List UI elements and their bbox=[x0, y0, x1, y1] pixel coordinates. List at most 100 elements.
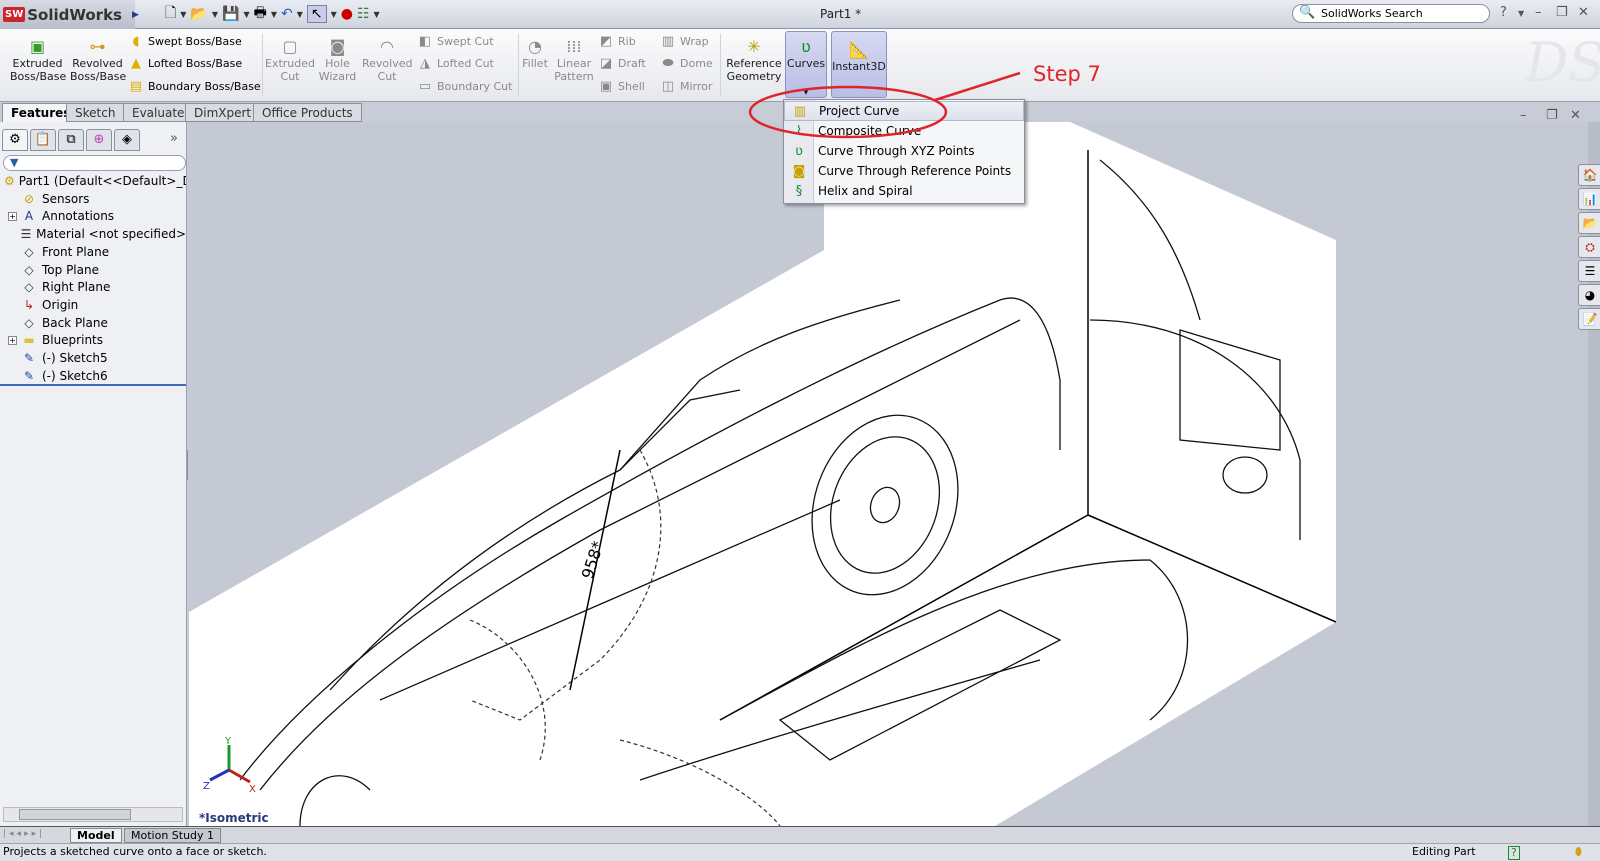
tree-item[interactable]: + A Annotations bbox=[0, 207, 186, 225]
hole-wizard-button[interactable]: ◙ Hole Wizard bbox=[315, 37, 360, 83]
expand-icon[interactable]: + bbox=[8, 211, 17, 221]
viewport-minimize-icon[interactable]: – bbox=[1520, 108, 1527, 123]
dimxpert-manager-tab-icon[interactable]: ⊕ bbox=[86, 129, 112, 151]
task-pane-home-icon[interactable]: 🏠 bbox=[1578, 164, 1600, 186]
tab-scroll-arrows[interactable]: |◂◂▸▸| bbox=[3, 829, 45, 839]
tree-item[interactable]: ✎ (-) Sketch6 bbox=[0, 367, 186, 385]
tab-evaluate[interactable]: Evaluate bbox=[123, 103, 194, 122]
lofted-cut-button[interactable]: ◮ Lofted Cut bbox=[417, 56, 494, 71]
scrollbar-thumb[interactable] bbox=[19, 809, 131, 820]
minimize-icon[interactable]: – bbox=[1535, 5, 1542, 20]
rib-button[interactable]: ◩ Rib bbox=[598, 34, 636, 49]
reference-geometry-button[interactable]: ✳ Reference Geometry bbox=[724, 37, 784, 83]
tab-model[interactable]: Model bbox=[70, 828, 122, 843]
tree-item[interactable]: ◇ Right Plane bbox=[0, 278, 186, 296]
feature-manager-tab-icon[interactable]: ⚙ bbox=[2, 129, 28, 151]
rollback-bar[interactable] bbox=[0, 384, 186, 386]
open-icon[interactable]: 📂 bbox=[190, 6, 207, 22]
plane-icon: ◇ bbox=[24, 280, 34, 295]
task-pane-view-palette-icon[interactable]: ☰ bbox=[1578, 260, 1600, 282]
chevron-down-icon[interactable]: ▼ bbox=[331, 10, 337, 19]
save-icon[interactable]: 💾 bbox=[222, 6, 239, 22]
swept-boss-button[interactable]: ◖ Swept Boss/Base bbox=[128, 34, 242, 49]
help-status-icon[interactable]: ? bbox=[1508, 846, 1520, 860]
swept-cut-button[interactable]: ◧ Swept Cut bbox=[417, 34, 494, 49]
task-pane-file-explorer-icon[interactable]: 📂 bbox=[1578, 212, 1600, 234]
task-pane-appearances-icon[interactable]: ◕ bbox=[1578, 284, 1600, 306]
chevron-down-icon[interactable]: ▼ bbox=[374, 10, 380, 19]
print-icon[interactable]: 🖶 bbox=[254, 2, 267, 26]
label: Swept Cut bbox=[437, 35, 494, 48]
draft-button[interactable]: ◪ Draft bbox=[598, 56, 646, 71]
task-pane-design-library-icon[interactable]: 📊 bbox=[1578, 188, 1600, 210]
expand-tabs-icon[interactable]: » bbox=[170, 131, 178, 146]
tree-item[interactable]: + ▬ Blueprints bbox=[0, 331, 186, 349]
mirror-button[interactable]: ◫ Mirror bbox=[660, 79, 713, 94]
zoom-to-fit-icon[interactable]: 🔍 bbox=[754, 122, 770, 123]
rebuild-icon[interactable]: ● bbox=[341, 6, 353, 22]
revolved-cut-button[interactable]: ◠ Revolved Cut bbox=[362, 37, 412, 83]
curves-button[interactable]: ʋ Curves ▼ bbox=[785, 31, 827, 98]
configuration-manager-tab-icon[interactable]: ⧉ bbox=[58, 129, 84, 151]
expand-icon[interactable]: + bbox=[8, 335, 17, 345]
display-manager-tab-icon[interactable]: ◈ bbox=[114, 129, 140, 151]
revolved-boss-button[interactable]: ⊶ Revolved Boss/Base bbox=[70, 37, 126, 83]
lofted-boss-button[interactable]: ▲ Lofted Boss/Base bbox=[128, 56, 242, 71]
tree-item[interactable]: ⊘ Sensors bbox=[0, 190, 186, 208]
tree-item[interactable]: ☰ Material <not specified> bbox=[0, 225, 186, 243]
boundary-cut-button[interactable]: ▭ Boundary Cut bbox=[417, 79, 513, 94]
chevron-down-icon[interactable]: ▼ bbox=[212, 10, 218, 19]
undo-icon[interactable]: ↶ bbox=[281, 6, 293, 22]
instant3d-button[interactable]: 📐 Instant3D bbox=[831, 31, 887, 98]
tree-item[interactable]: ↳ Origin bbox=[0, 296, 186, 314]
chevron-down-icon[interactable]: ▼ bbox=[180, 10, 186, 19]
viewport-close-icon[interactable]: ✕ bbox=[1570, 108, 1581, 123]
tree-item-label: Front Plane bbox=[42, 244, 110, 259]
fillet-button[interactable]: ◔ Fillet bbox=[521, 37, 549, 70]
tree-filter-input[interactable]: ▼ bbox=[3, 155, 186, 171]
menu-item-composite-curve[interactable]: ⌇ Composite Curve bbox=[784, 121, 1024, 141]
solidworks-menu-button[interactable]: SW SolidWorks ▶ bbox=[0, 0, 139, 29]
graphics-viewport[interactable]: 958* Y X Z *Isometric 🔍 bbox=[188, 122, 1588, 826]
menu-item-curve-through-reference-points[interactable]: ◙ Curve Through Reference Points bbox=[784, 161, 1024, 181]
tree-item[interactable]: ◇ Top Plane bbox=[0, 261, 186, 279]
search-input[interactable]: 🔍 SolidWorks Search bbox=[1292, 4, 1490, 23]
tab-dimxpert[interactable]: DimXpert bbox=[185, 103, 261, 122]
extruded-cut-button[interactable]: ▢ Extruded Cut bbox=[265, 37, 315, 83]
tree-item[interactable]: ◇ Back Plane bbox=[0, 314, 186, 332]
horizontal-scrollbar[interactable] bbox=[3, 807, 183, 822]
chevron-down-icon[interactable]: ▼ bbox=[271, 10, 277, 19]
linear-pattern-button[interactable]: ⁞⁞⁞ Linear Pattern bbox=[552, 37, 596, 83]
restore-icon[interactable]: ❐ bbox=[1556, 5, 1568, 20]
help-icon[interactable]: ? bbox=[1500, 5, 1507, 20]
tab-sketch[interactable]: Sketch bbox=[66, 103, 125, 122]
shell-button[interactable]: ▣ Shell bbox=[598, 79, 645, 94]
curve-reference-points-icon: ◙ bbox=[792, 163, 806, 179]
viewport-restore-icon[interactable]: ❐ bbox=[1546, 108, 1558, 123]
boundary-boss-button[interactable]: ▤ Boundary Boss/Base bbox=[128, 79, 261, 94]
tab-motion-study-1[interactable]: Motion Study 1 bbox=[124, 828, 222, 843]
tab-office-products[interactable]: Office Products bbox=[253, 103, 362, 122]
property-manager-tab-icon[interactable]: 📋 bbox=[30, 129, 56, 151]
dome-button[interactable]: ⬬ Dome bbox=[660, 56, 712, 71]
tree-item[interactable]: ⚙Part1 (Default<<Default>_Disp bbox=[0, 172, 186, 190]
select-icon[interactable]: ↖ bbox=[306, 5, 327, 23]
wrap-button[interactable]: ▥ Wrap bbox=[660, 34, 709, 49]
tree-item[interactable]: ◇ Front Plane bbox=[0, 243, 186, 261]
expand-menu-icon[interactable]: ▶ bbox=[132, 10, 139, 20]
chevron-down-icon[interactable]: ▼ bbox=[1518, 9, 1524, 18]
chevron-down-icon[interactable]: ▼ bbox=[297, 10, 303, 19]
chevron-down-icon[interactable]: ▼ bbox=[243, 10, 249, 19]
menu-item-helix-and-spiral[interactable]: § Helix and Spiral bbox=[784, 181, 1024, 201]
task-pane-custom-properties-icon[interactable]: 📝 bbox=[1578, 308, 1600, 330]
rebuild-status-icon[interactable]: ⬮ bbox=[1575, 844, 1582, 860]
menu-item-project-curve[interactable]: ▥ Project Curve bbox=[784, 101, 1024, 121]
close-icon[interactable]: ✕ bbox=[1578, 5, 1589, 20]
options-icon[interactable]: ☷ bbox=[357, 6, 370, 22]
new-icon[interactable]: 🗋 bbox=[165, 2, 176, 26]
menu-item-curve-through-xyz-points[interactable]: ʋ Curve Through XYZ Points bbox=[784, 141, 1024, 161]
task-pane-search-icon[interactable]: ⛭ bbox=[1578, 236, 1600, 258]
revolved-cut-icon: ◠ bbox=[380, 37, 394, 56]
extruded-boss-button[interactable]: ▣ Extruded Boss/Base bbox=[10, 37, 66, 83]
tree-item[interactable]: ✎ (-) Sketch5 bbox=[0, 349, 186, 367]
